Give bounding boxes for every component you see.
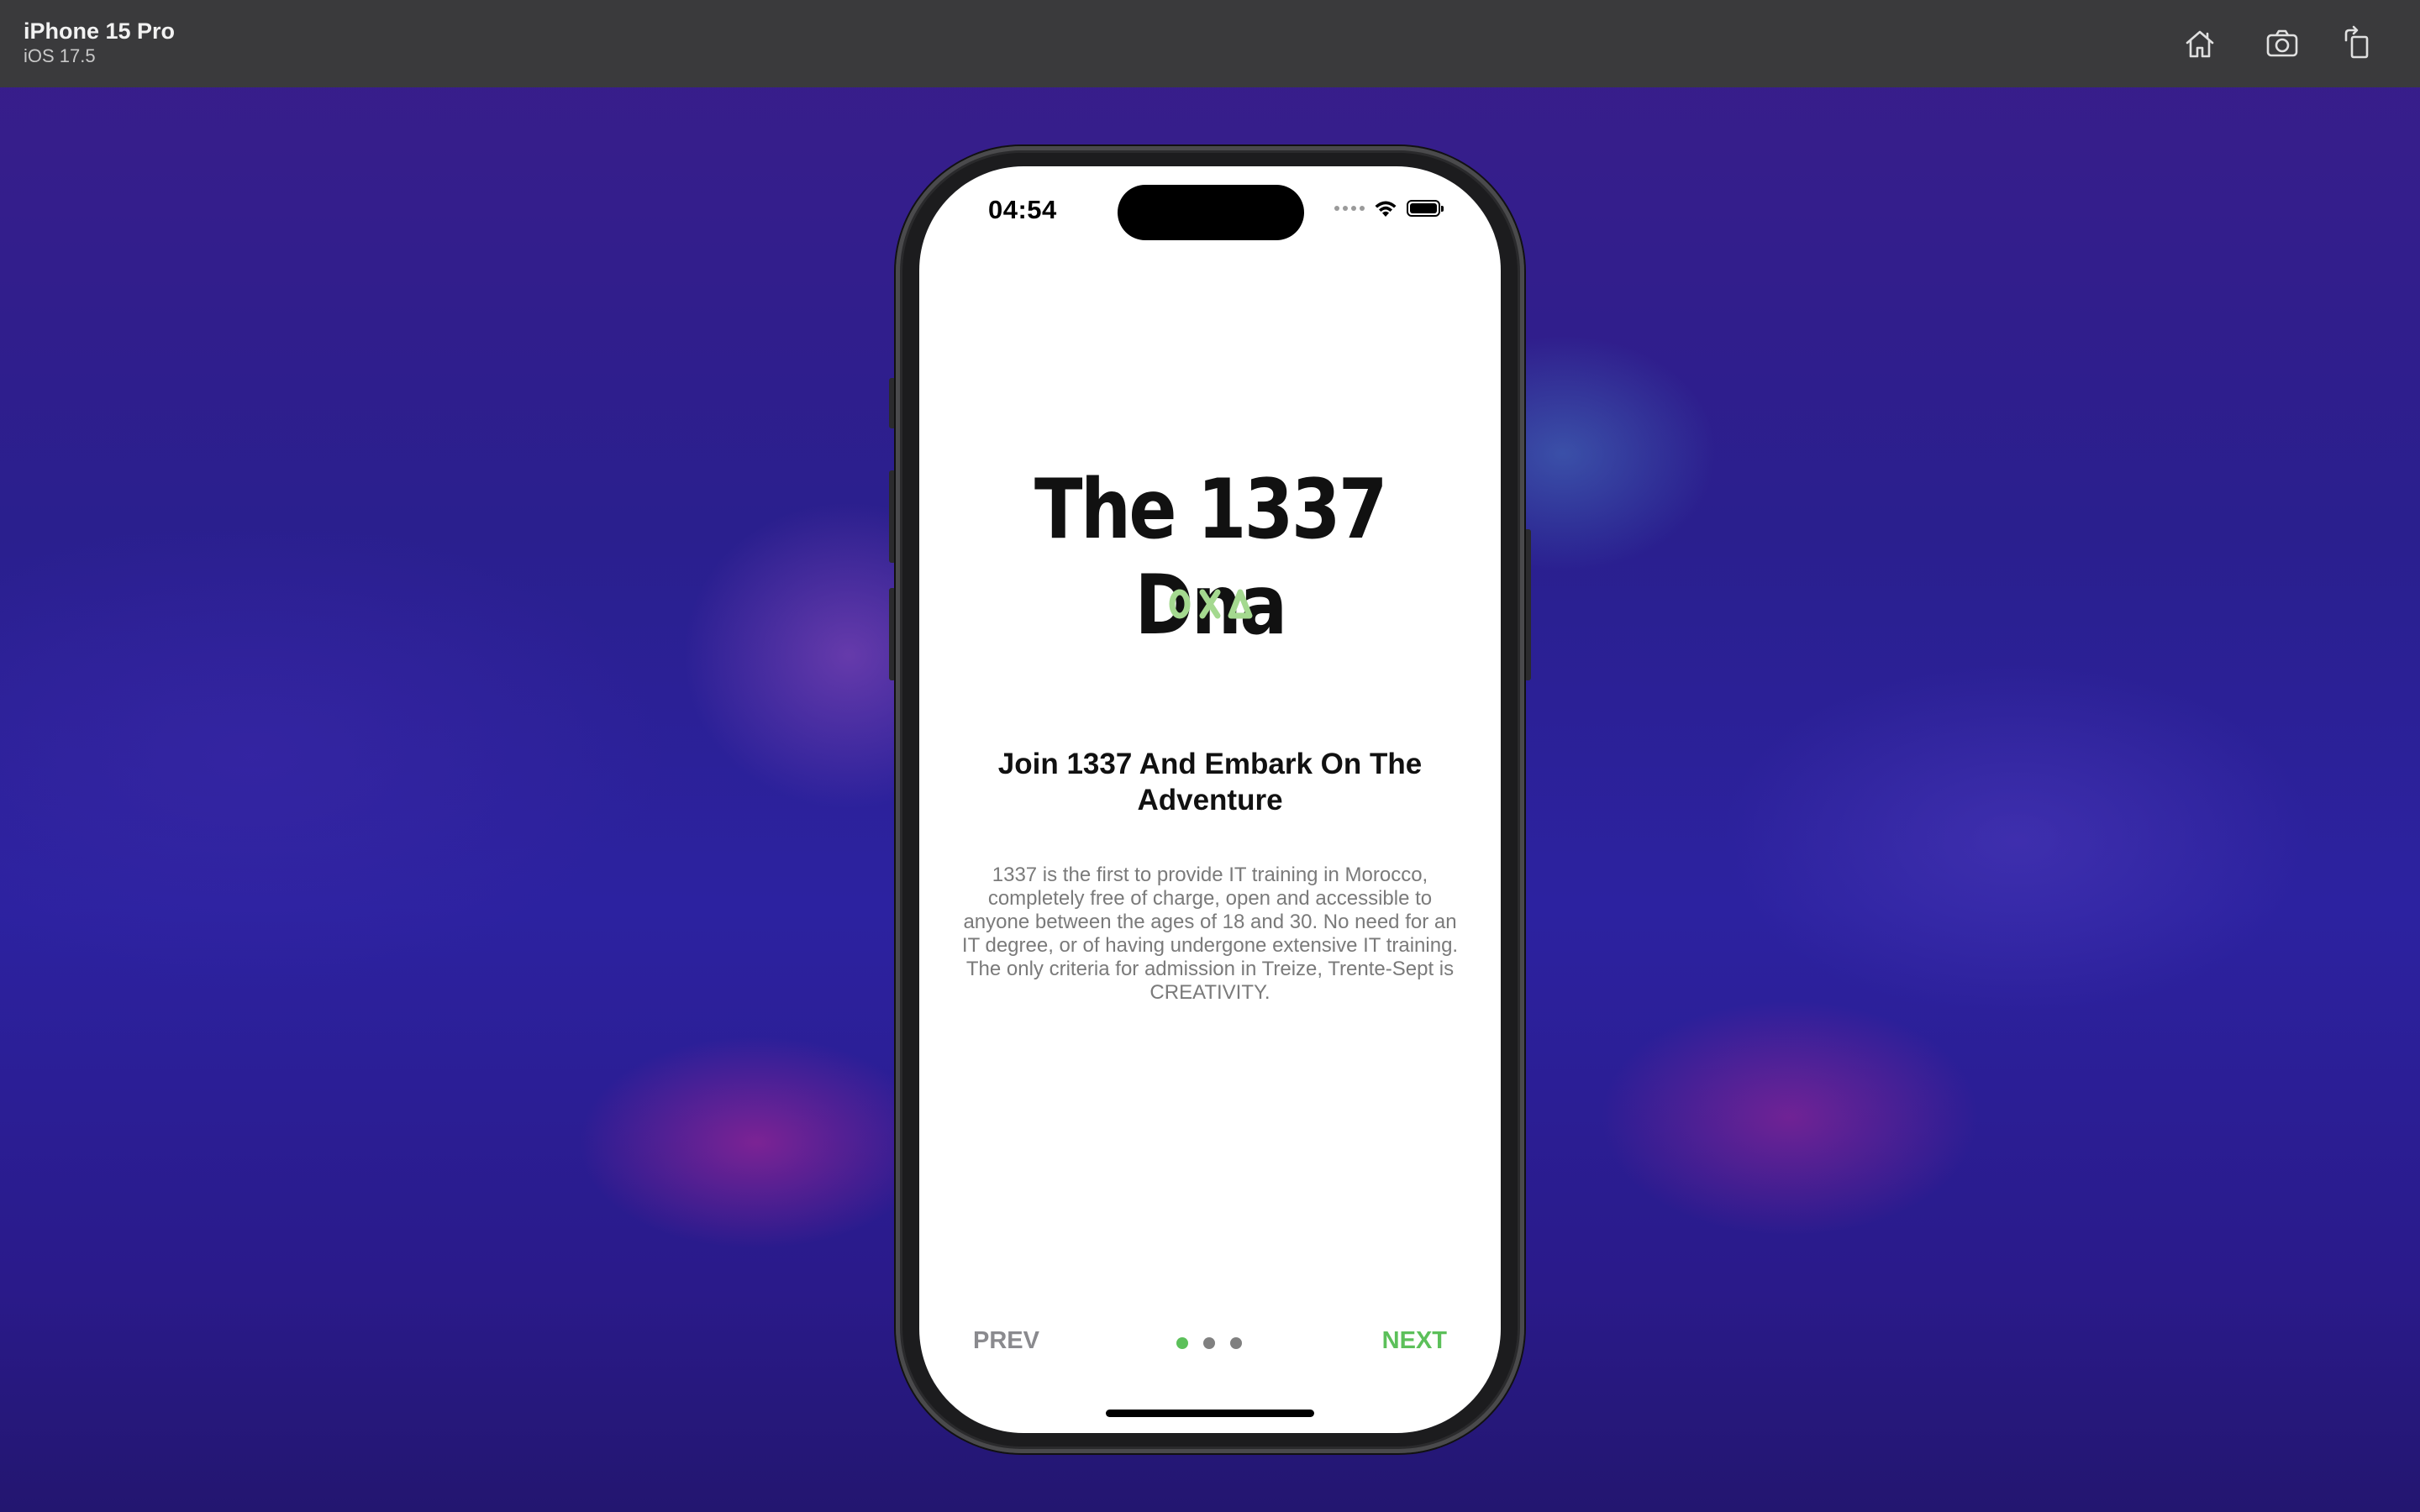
page-dot-2[interactable]: [1203, 1337, 1215, 1349]
home-button[interactable]: [2180, 24, 2220, 64]
rotate-button[interactable]: [2338, 24, 2378, 64]
triangle-glyph-icon: [1228, 585, 1253, 623]
cross-glyph-icon: [1197, 585, 1223, 623]
status-icons: [1334, 198, 1444, 218]
screenshot-button[interactable]: [2262, 24, 2302, 64]
camera-icon: [2266, 29, 2298, 57]
next-button[interactable]: NEXT: [1363, 1327, 1447, 1355]
device-name: iPhone 15 Pro: [24, 18, 176, 44]
simulator-desktop: iPhone 15 Pro iOS 17.5 04:54 The 1337 Dn…: [0, 0, 2420, 1512]
app-title: The 1337 Dna: [1034, 462, 1388, 654]
status-time: 04:54: [988, 195, 1057, 224]
os-version: iOS 17.5: [24, 45, 96, 66]
home-indicator[interactable]: [1106, 1410, 1314, 1417]
onboarding-headline: Join 1337 And Embark On The Adventure: [997, 748, 1423, 816]
page-dot-1[interactable]: [1176, 1337, 1188, 1349]
prev-button[interactable]: PREV: [973, 1327, 1039, 1355]
power-button: [1524, 529, 1531, 680]
volume-up-button: [889, 470, 896, 563]
page-indicator[interactable]: [1176, 1337, 1242, 1349]
battery-icon: [1407, 200, 1444, 217]
volume-down-button: [889, 588, 896, 680]
onboarding-description: 1337 is the first to provide IT training…: [961, 864, 1459, 1004]
cellular-signal-icon: [1334, 206, 1365, 211]
simulator-titlebar: iPhone 15 Pro iOS 17.5: [0, 0, 2420, 87]
wifi-icon: [1375, 201, 1397, 217]
dynamic-island: [1118, 185, 1304, 240]
action-button: [889, 378, 896, 428]
logo-glyphs: [1160, 585, 1260, 623]
circle-glyph-icon: [1167, 585, 1192, 623]
page-dot-3[interactable]: [1230, 1337, 1242, 1349]
home-icon: [2186, 30, 2214, 58]
rotate-icon: [2344, 25, 2369, 59]
